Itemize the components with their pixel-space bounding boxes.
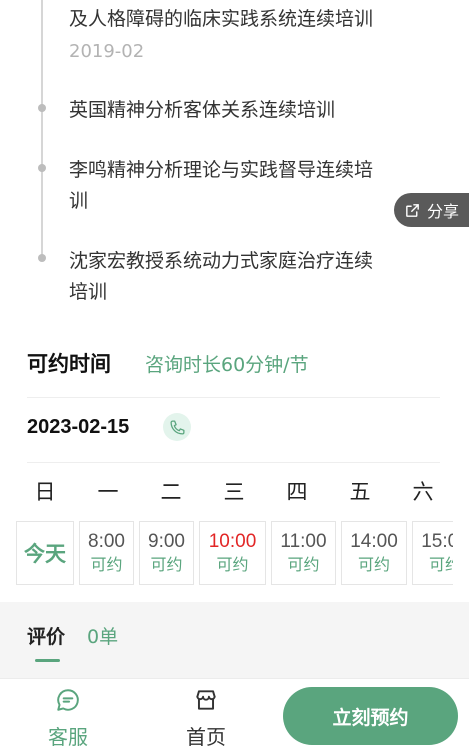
divider [27, 397, 440, 398]
time-slot[interactable]: 14:00 可约 [341, 521, 407, 585]
slot-time: 15:00 [421, 531, 453, 552]
review-tab-indicator [35, 659, 60, 662]
review-count: 0单 [87, 626, 119, 648]
slot-status: 可约 [428, 555, 453, 574]
weekday-sat: 六 [412, 480, 434, 504]
share-icon [406, 203, 419, 217]
time-slot[interactable]: 8:00 可约 [79, 521, 134, 585]
slot-time: 11:00 [280, 531, 327, 552]
phone-icon[interactable] [163, 413, 192, 441]
time-slot[interactable]: 9:00 可约 [139, 521, 194, 585]
slot-time: 10:00 [208, 531, 257, 552]
timeline-item-title: 英国精神分析客体关系连续培训 [69, 99, 336, 121]
timeline-item-title-line1: 沈家宏教授系统动力式家庭治疗连续 [69, 250, 374, 272]
slot-status: 可约 [90, 555, 123, 574]
training-timeline: 及人格障碍的临床实践系统连续培训 2019-02 英国精神分析客体关系连续培训 … [0, 0, 469, 320]
timeline-dot [38, 104, 46, 112]
weekday-header: 日 一 二 三 四 五 六 [0, 476, 469, 506]
home-label: 首页 [186, 725, 226, 749]
weekday-mon: 一 [97, 480, 119, 504]
slot-status: 可约 [150, 555, 183, 574]
slot-status: 可约 [357, 555, 390, 574]
slot-time: 9:00 [148, 531, 185, 552]
slot-time: 8:00 [88, 531, 125, 552]
time-slot[interactable]: 10:00 可约 [199, 521, 266, 585]
timeline-dot [38, 164, 46, 172]
timeline-item-title-line1: 李鸣精神分析理论与实践督导连续培 [69, 159, 374, 181]
share-button[interactable]: 分享 [394, 193, 469, 227]
selected-date: 2023-02-15 [27, 415, 130, 438]
session-duration: 咨询时长60分钟/节 [145, 354, 309, 376]
today-slot[interactable]: 今天 [16, 521, 74, 585]
timeline-item-title-line2: 训 [69, 190, 89, 212]
weekday-tue: 二 [160, 480, 182, 504]
weekday-sun: 日 [34, 480, 56, 504]
slot-status: 可约 [287, 555, 320, 574]
date-row: 2023-02-15 [27, 413, 192, 441]
share-label: 分享 [427, 202, 460, 221]
book-now-button[interactable]: 立刻预约 [283, 687, 458, 745]
weekday-fri: 五 [349, 480, 371, 504]
timeline-line [41, 0, 43, 260]
availability-title: 可约时间 [27, 352, 111, 376]
timeline-dot [38, 254, 46, 262]
divider [27, 462, 440, 463]
store-icon [196, 690, 216, 710]
customer-service-button[interactable]: 客服 [38, 687, 98, 750]
timeline-item-date: 2019-02 [69, 41, 145, 62]
time-slot-list[interactable]: 今天 8:00 可约 9:00 可约 10:00 可约 11:00 可约 14:… [16, 521, 453, 585]
time-slot[interactable]: 15:00 可约 [412, 521, 453, 585]
slot-status: 可约 [216, 555, 249, 574]
chat-icon [57, 689, 79, 711]
time-slot[interactable]: 11:00 可约 [271, 521, 336, 585]
slot-time: 14:00 [350, 531, 398, 552]
timeline-item-title-line2: 培训 [69, 281, 108, 303]
timeline-item-title: 及人格障碍的临床实践系统连续培训 [69, 8, 374, 30]
weekday-thu: 四 [286, 480, 308, 504]
weekday-wed: 三 [223, 480, 245, 504]
review-header[interactable]: 评价 0单 [27, 622, 118, 649]
bottom-nav: 客服 首页 立刻预约 [0, 678, 469, 752]
home-button[interactable]: 首页 [176, 687, 236, 750]
availability-header: 可约时间 咨询时长60分钟/节 [27, 348, 309, 378]
customer-service-label: 客服 [48, 725, 88, 749]
review-tab[interactable]: 评价 [27, 622, 65, 649]
